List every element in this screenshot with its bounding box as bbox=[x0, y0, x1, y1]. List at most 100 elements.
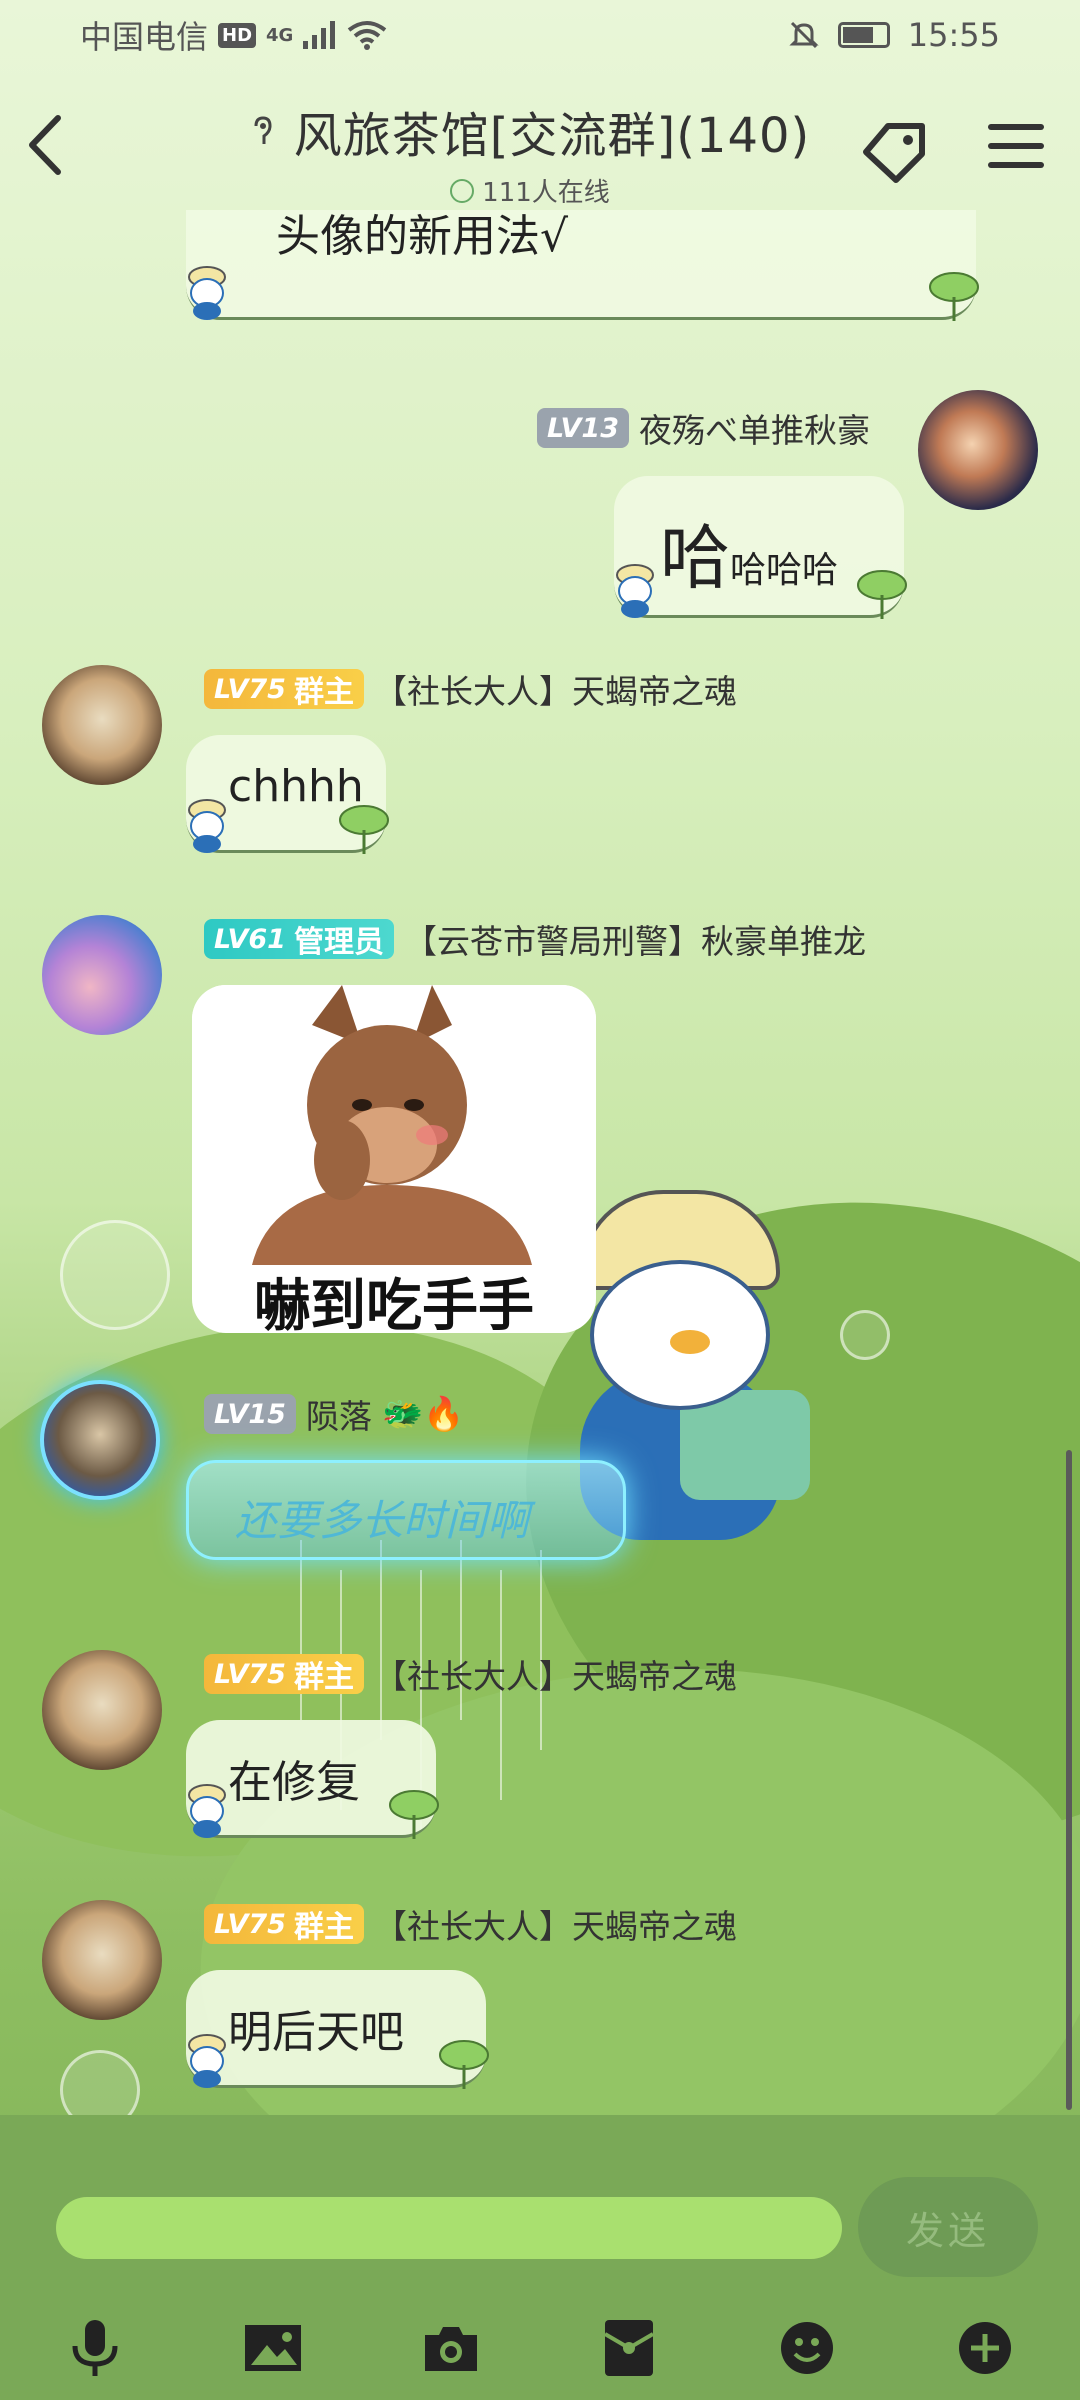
avatar[interactable] bbox=[42, 915, 162, 1035]
message-input[interactable] bbox=[56, 2197, 842, 2259]
emoji-button[interactable] bbox=[772, 2313, 842, 2383]
sender-meta: LV75 群主 【社长大人】天蝎帝之魂 bbox=[204, 1650, 737, 1698]
sender-meta: LV75 群主 【社长大人】天蝎帝之魂 bbox=[204, 665, 737, 713]
back-button[interactable] bbox=[18, 110, 78, 180]
message-text: 明后天吧 bbox=[228, 2007, 404, 2058]
level-badge: LV15 bbox=[204, 1394, 296, 1434]
network-type: 4G bbox=[266, 24, 294, 46]
group-title-wrap[interactable]: 风旅茶馆[交流群](140) bbox=[250, 96, 811, 166]
carrier-name: 中国电信 bbox=[80, 18, 209, 56]
avatar[interactable] bbox=[40, 1380, 160, 1500]
title-bar: 风旅茶馆[交流群](140) 111人在线 bbox=[0, 80, 1080, 210]
message-bubble[interactable]: 哈哈哈哈 bbox=[614, 476, 907, 619]
message-bubble[interactable]: 在修复 bbox=[186, 1720, 439, 1839]
sender-name: 夜殇べ单推秋豪 bbox=[639, 411, 870, 450]
role-text: 群主 bbox=[293, 1660, 354, 1695]
level-text: LV13 bbox=[547, 412, 619, 444]
penguin-sticker-icon bbox=[616, 564, 654, 618]
sender-meta: LV15 陨落 🐲🔥 bbox=[204, 1390, 464, 1438]
avatar[interactable] bbox=[918, 390, 1038, 510]
sender-name: 【社长大人】天蝎帝之魂 bbox=[373, 1907, 737, 1946]
image-icon bbox=[245, 2325, 301, 2371]
level-text: LV75 bbox=[214, 1908, 286, 1940]
role-text: 群主 bbox=[293, 1910, 354, 1945]
voice-button[interactable] bbox=[60, 2313, 130, 2383]
clock: 15:55 bbox=[907, 16, 1000, 54]
level-badge: LV75 群主 bbox=[204, 669, 364, 710]
sender-name: 【云苍市警局刑警】秋豪单推龙 bbox=[403, 922, 866, 961]
battery-icon bbox=[837, 22, 890, 48]
online-status: 111人在线 bbox=[450, 172, 610, 209]
plus-icon bbox=[959, 2322, 1011, 2374]
status-bar: 中国电信 HD 4G 15:55 bbox=[0, 0, 1080, 70]
sender-meta: LV13 夜殇べ单推秋豪 bbox=[537, 404, 870, 452]
level-text: LV75 bbox=[214, 673, 286, 705]
sender-name: 陨落 bbox=[305, 1397, 372, 1436]
composer-toolbar bbox=[0, 2301, 1080, 2397]
tag-button[interactable] bbox=[858, 114, 934, 190]
message-text-large: 哈 bbox=[660, 517, 730, 599]
camera-button[interactable] bbox=[416, 2313, 486, 2383]
menu-icon-line bbox=[988, 124, 1044, 130]
microphone-icon bbox=[72, 2320, 118, 2376]
level-badge: LV61 管理员 bbox=[204, 919, 394, 960]
message-list[interactable]: 头像的新用法√ LV13 夜殇べ单推秋豪 哈哈哈哈 LV75 群主 【社长大人】天… bbox=[0, 210, 1080, 2115]
role-text: 群主 bbox=[293, 675, 354, 710]
level-text: LV61 bbox=[214, 923, 286, 955]
level-text: LV15 bbox=[214, 1398, 286, 1430]
avatar[interactable] bbox=[42, 1900, 162, 2020]
hd-badge: HD bbox=[218, 22, 257, 48]
image-button[interactable] bbox=[238, 2313, 308, 2383]
sticker-message[interactable]: 嚇到吃手手 bbox=[192, 985, 596, 1333]
signal-icon bbox=[303, 21, 336, 49]
red-packet-icon bbox=[603, 2320, 655, 2376]
level-text: LV75 bbox=[214, 1658, 286, 1690]
penguin-sticker-icon bbox=[188, 2034, 226, 2088]
leaf-icon bbox=[857, 570, 907, 619]
red-packet-button[interactable] bbox=[594, 2313, 664, 2383]
penguin-sticker-icon bbox=[188, 1784, 226, 1838]
sender-meta: LV61 管理员 【云苍市警局刑警】秋豪单推龙 bbox=[204, 915, 866, 963]
level-badge: LV13 bbox=[537, 408, 629, 448]
menu-icon-line bbox=[988, 162, 1044, 168]
composer: 发送 bbox=[0, 2115, 1080, 2400]
message-text: 头像的新用法√ bbox=[276, 211, 569, 262]
mute-bell-icon bbox=[789, 21, 819, 49]
message-text: 哈哈哈 bbox=[730, 550, 839, 591]
message-bubble[interactable]: chhhh bbox=[186, 735, 389, 854]
camera-icon bbox=[425, 2327, 477, 2371]
role-text: 管理员 bbox=[293, 925, 384, 960]
menu-button[interactable] bbox=[988, 118, 1044, 174]
sender-name: 【社长大人】天蝎帝之魂 bbox=[373, 672, 737, 711]
wifi-icon bbox=[348, 21, 387, 50]
penguin-sticker-icon bbox=[188, 266, 226, 320]
leaf-icon bbox=[389, 1790, 439, 1839]
message-bubble[interactable]: 明后天吧 bbox=[186, 1970, 489, 2089]
more-button[interactable] bbox=[950, 2313, 1020, 2383]
message-text: 在修复 bbox=[228, 1757, 360, 1808]
avatar[interactable] bbox=[42, 1650, 162, 1770]
level-badge: LV75 群主 bbox=[204, 1654, 364, 1695]
leaf-icon bbox=[339, 805, 389, 854]
scrollbar[interactable] bbox=[1066, 1450, 1072, 2110]
online-icon bbox=[450, 178, 475, 203]
online-count: 111人在线 bbox=[482, 178, 610, 208]
leaf-icon bbox=[439, 2040, 489, 2089]
message-bubble[interactable]: 还要多长时间啊 bbox=[186, 1460, 626, 1560]
leaf-icon bbox=[929, 272, 979, 321]
page-title: 风旅茶馆[交流群](140) bbox=[293, 108, 811, 164]
level-badge: LV75 群主 bbox=[204, 1904, 364, 1945]
sticker-caption: 嚇到吃手手 bbox=[254, 1274, 534, 1333]
nickname-emojis: 🐲🔥 bbox=[381, 1394, 465, 1433]
avatar[interactable] bbox=[42, 665, 162, 785]
wolf-sticker-image bbox=[192, 985, 596, 1265]
penguin-sticker-icon bbox=[188, 799, 226, 853]
tag-icon bbox=[863, 123, 925, 183]
chevron-left-icon bbox=[29, 115, 61, 175]
emoji-icon bbox=[781, 2322, 833, 2374]
message-text: 还要多长时间啊 bbox=[235, 1496, 530, 1545]
sender-meta: LV75 群主 【社长大人】天蝎帝之魂 bbox=[204, 1900, 737, 1948]
message-bubble[interactable]: 头像的新用法√ bbox=[186, 210, 979, 321]
menu-icon-line bbox=[988, 143, 1044, 149]
send-button[interactable]: 发送 bbox=[858, 2177, 1038, 2277]
